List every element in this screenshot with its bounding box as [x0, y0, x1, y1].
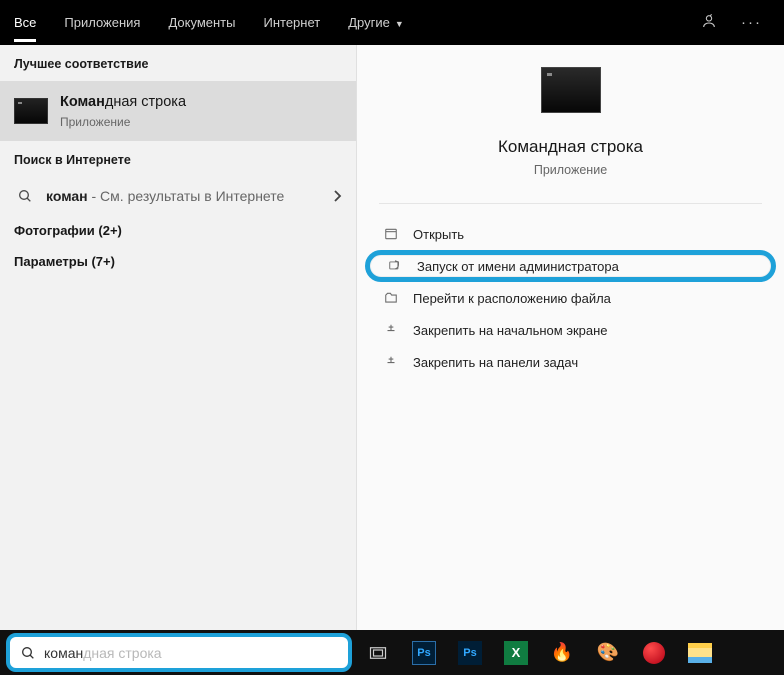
- task-view-button[interactable]: [358, 635, 398, 671]
- pin-icon: [379, 354, 403, 370]
- taskbar-app-excel[interactable]: X: [496, 635, 536, 671]
- taskbar-app-explorer[interactable]: [680, 635, 720, 671]
- best-match-header: Лучшее соответствие: [0, 45, 356, 81]
- best-match-sub: Приложение: [60, 115, 186, 129]
- action-pin-start[interactable]: Закрепить на начальном экране: [361, 314, 780, 346]
- taskbar-app-photoshop-alt[interactable]: Ps: [450, 635, 490, 671]
- search-icon: [14, 185, 36, 207]
- preview-title: Командная строка: [498, 137, 643, 157]
- folder-icon: [379, 290, 403, 306]
- more-options-icon[interactable]: ···: [729, 4, 774, 41]
- taskbar: командная строка Ps Ps X 🔥 🎨: [0, 630, 784, 675]
- search-input[interactable]: командная строка: [6, 633, 352, 672]
- preview-panel: Командная строка Приложение Открыть Запу…: [356, 45, 784, 630]
- admin-shield-icon: [383, 258, 407, 274]
- cmd-prompt-icon: [14, 98, 48, 124]
- feedback-icon[interactable]: [689, 3, 729, 43]
- best-match-title: Командная строка: [60, 93, 186, 113]
- search-icon: [20, 645, 36, 661]
- category-photos[interactable]: Фотографии (2+): [0, 215, 356, 246]
- category-params[interactable]: Параметры (7+): [0, 246, 356, 277]
- chevron-down-icon: ▼: [395, 19, 404, 29]
- search-filter-tabs: Все Приложения Документы Интернет Другие…: [0, 0, 784, 45]
- chevron-right-icon: [332, 190, 342, 202]
- taskbar-app-opera[interactable]: [634, 635, 674, 671]
- taskbar-app-flame[interactable]: 🔥: [542, 635, 582, 671]
- cmd-prompt-icon: [541, 67, 601, 113]
- tab-apps[interactable]: Приложения: [50, 3, 154, 42]
- action-open-location[interactable]: Перейти к расположению файла: [361, 282, 780, 314]
- tab-web[interactable]: Интернет: [249, 3, 334, 42]
- action-run-as-admin[interactable]: Запуск от имени администратора: [365, 250, 776, 282]
- tab-more[interactable]: Другие▼: [334, 3, 418, 42]
- pin-icon: [379, 322, 403, 338]
- taskbar-app-paint[interactable]: 🎨: [588, 635, 628, 671]
- tab-docs[interactable]: Документы: [154, 3, 249, 42]
- divider: [379, 203, 762, 204]
- tab-all[interactable]: Все: [0, 3, 50, 42]
- taskbar-app-photoshop[interactable]: Ps: [404, 635, 444, 671]
- action-open[interactable]: Открыть: [361, 218, 780, 250]
- web-search-header: Поиск в Интернете: [0, 141, 356, 177]
- open-icon: [379, 226, 403, 242]
- preview-sub: Приложение: [534, 163, 607, 177]
- web-search-item[interactable]: коман - См. результаты в Интернете: [0, 177, 356, 215]
- results-panel: Лучшее соответствие Командная строка При…: [0, 45, 356, 630]
- best-match-item[interactable]: Командная строка Приложение: [0, 81, 356, 141]
- action-pin-taskbar[interactable]: Закрепить на панели задач: [361, 346, 780, 378]
